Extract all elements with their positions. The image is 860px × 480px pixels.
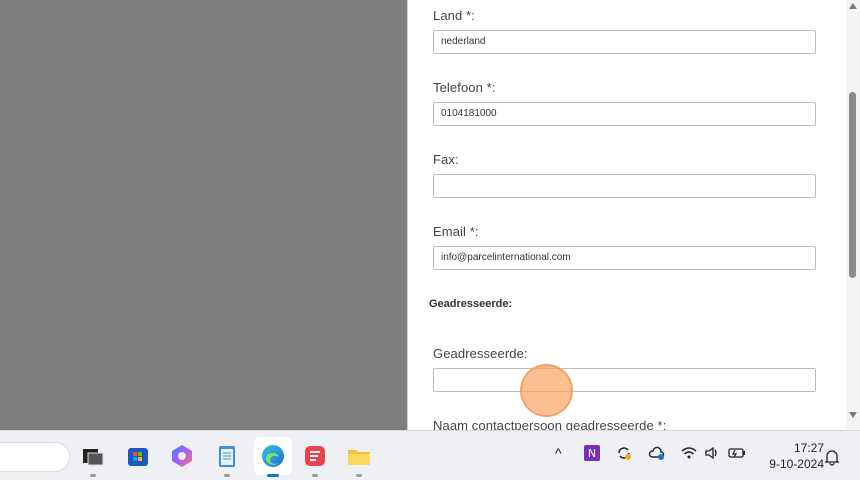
fax-input[interactable]	[433, 174, 816, 198]
section-title: Geadresseerde:	[429, 298, 513, 310]
edge-icon[interactable]	[260, 443, 286, 477]
notification-bell-icon[interactable]	[824, 448, 840, 470]
cloud-info-icon[interactable]	[648, 444, 666, 465]
clock-time: 17:27	[793, 441, 824, 455]
scroll-down-arrow-icon[interactable]	[849, 412, 857, 418]
copilot-icon[interactable]	[169, 443, 195, 469]
field-telefoon: Telefoon *: 0104181000	[433, 80, 816, 126]
battery-icon[interactable]	[727, 444, 747, 465]
running-indicator	[312, 474, 318, 477]
running-indicator	[356, 474, 362, 477]
field-fax: Fax:	[433, 152, 816, 198]
form-panel: Land *: nederland Telefoon *: 0104181000…	[407, 0, 860, 430]
dimmed-backdrop	[0, 0, 407, 430]
land-input[interactable]: nederland	[433, 30, 816, 54]
taskbar-search-box[interactable]	[0, 442, 70, 472]
notepad-icon[interactable]	[214, 443, 240, 477]
telefoon-input[interactable]: 0104181000	[433, 102, 816, 126]
field-label: Land *:	[433, 8, 475, 23]
onenote-icon[interactable]: N	[583, 444, 601, 465]
field-land: Land *: nederland	[433, 8, 816, 54]
field-label: Email *:	[433, 224, 479, 239]
field-geadresseerde: Geadresseerde:	[433, 346, 816, 392]
clock-date: 9-10-2024	[769, 457, 824, 471]
scroll-up-arrow-icon[interactable]	[849, 3, 857, 9]
folder-icon[interactable]	[346, 443, 372, 477]
running-indicator	[90, 474, 96, 477]
email-input[interactable]: info@parcelinternational.com	[433, 246, 816, 270]
file-explorer-dark-icon[interactable]	[80, 443, 106, 477]
field-label: Geadresseerde:	[433, 346, 528, 361]
click-indicator	[520, 364, 573, 417]
field-label: Telefoon *:	[433, 80, 496, 95]
running-indicator	[267, 474, 279, 477]
chevron-up-icon[interactable]: ^	[555, 445, 562, 461]
onenote-letter: N	[588, 447, 596, 460]
field-email: Email *: info@parcelinternational.com	[433, 224, 816, 270]
taskbar-clock[interactable]: 17:27 9-10-2024	[752, 440, 824, 472]
wifi-icon[interactable]	[680, 444, 698, 465]
running-indicator	[224, 474, 230, 477]
scrollbar[interactable]	[846, 0, 860, 430]
sync-icon[interactable]	[615, 444, 633, 465]
microsoft-store-icon[interactable]	[125, 443, 151, 469]
scrollbar-thumb[interactable]	[849, 92, 856, 278]
geadresseerde-input[interactable]	[433, 368, 816, 392]
taskbar: ^ N 17:27 9-10-2024	[0, 430, 860, 480]
field-label: Naam contactpersoon geadresseerde *:	[433, 418, 667, 430]
app-red-icon[interactable]	[302, 443, 328, 477]
volume-icon[interactable]	[703, 444, 721, 465]
field-label: Fax:	[433, 152, 459, 167]
field-contactpersoon: Naam contactpersoon geadresseerde *:	[433, 418, 816, 430]
